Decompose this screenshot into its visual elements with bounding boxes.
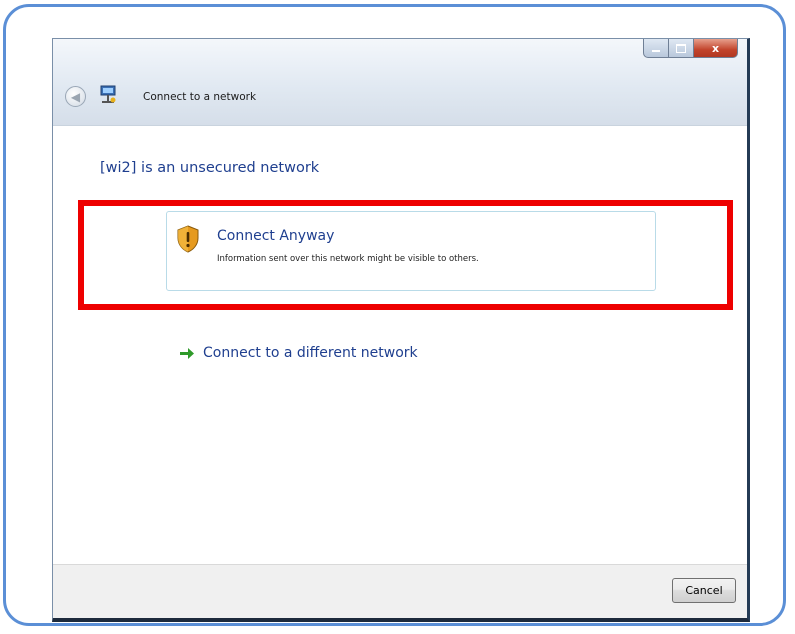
- minimize-icon: [652, 50, 660, 52]
- window-title: Connect to a network: [143, 91, 257, 103]
- back-arrow-icon: ◀: [70, 89, 81, 104]
- title-bar: x ◀ Connect to a network: [53, 39, 747, 126]
- maximize-icon: [676, 43, 686, 53]
- close-icon: x: [711, 41, 720, 55]
- warning-shield-icon: [177, 225, 199, 253]
- window-controls: x: [643, 39, 738, 58]
- connect-different-network-label: Connect to a different network: [203, 345, 418, 361]
- page-heading: [wi2] is an unsecured network: [100, 160, 320, 176]
- connect-anyway-description: Information sent over this network might…: [217, 254, 479, 264]
- back-button[interactable]: ◀: [65, 86, 86, 107]
- connect-different-network-link[interactable]: Connect to a different network: [179, 345, 418, 361]
- cancel-button[interactable]: Cancel: [672, 578, 736, 603]
- connect-dialog: x ◀ Connect to a network [wi2] is an uns…: [52, 38, 750, 622]
- connect-anyway-option[interactable]: Connect Anyway Information sent over thi…: [166, 211, 656, 291]
- connect-anyway-title: Connect Anyway: [217, 228, 335, 244]
- network-icon: [100, 85, 116, 103]
- minimize-button[interactable]: [643, 39, 669, 58]
- close-button[interactable]: x: [694, 39, 738, 58]
- maximize-button[interactable]: [669, 39, 694, 58]
- green-arrow-icon: [180, 347, 194, 359]
- dialog-footer: Cancel: [53, 564, 747, 618]
